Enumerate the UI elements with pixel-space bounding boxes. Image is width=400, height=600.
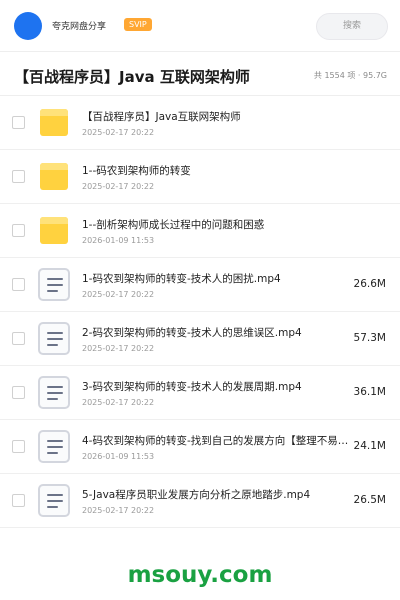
- item-name: 4-码农到架构师的转变-找到自己的发展方向【整理不易】.mp4: [82, 435, 350, 447]
- item-date: 2026-01-09 11:53: [82, 236, 155, 245]
- item-name: 【百战程序员】Java互联网架构师: [82, 111, 241, 123]
- row-checkbox[interactable]: [12, 116, 25, 129]
- row-checkbox[interactable]: [12, 440, 25, 453]
- item-name: 1-码农到架构师的转变-技术人的困扰.mp4: [82, 273, 281, 285]
- item-date: 2025-02-17 20:22: [82, 344, 155, 353]
- row-checkbox[interactable]: [12, 224, 25, 237]
- item-date: 2025-02-17 20:22: [82, 290, 155, 299]
- list-item[interactable]: 3-码农到架构师的转变-技术人的发展周期.mp4 2025-02-17 20:2…: [0, 366, 400, 420]
- item-date: 2025-02-17 20:22: [82, 182, 155, 191]
- list-item[interactable]: 4-码农到架构师的转变-找到自己的发展方向【整理不易】.mp4 2026-01-…: [0, 420, 400, 474]
- list-item[interactable]: 【百战程序员】Java互联网架构师 2025-02-17 20:22: [0, 96, 400, 150]
- file-list: 【百战程序员】Java互联网架构师 2025-02-17 20:22 1--码农…: [0, 96, 400, 528]
- list-item[interactable]: 1-码农到架构师的转变-技术人的困扰.mp4 2025-02-17 20:22 …: [0, 258, 400, 312]
- owner-name: 夸克网盘分享: [52, 22, 107, 32]
- item-date: 2025-02-17 20:22: [82, 506, 155, 515]
- item-size: 36.1M: [353, 386, 386, 398]
- item-summary: 共 1554 项 · 95.7G: [313, 71, 387, 80]
- item-name: 1--剖析架构师成长过程中的问题和困惑: [82, 219, 265, 231]
- item-size: 26.6M: [353, 278, 386, 290]
- share-header: 【百战程序员】Java 互联网架构师 共 1554 项 · 95.7G: [0, 52, 400, 96]
- folder-icon: [40, 163, 68, 190]
- avatar[interactable]: [14, 12, 42, 40]
- row-checkbox[interactable]: [12, 494, 25, 507]
- item-name: 3-码农到架构师的转变-技术人的发展周期.mp4: [82, 381, 302, 393]
- top-bar: 夸克网盘分享 SVIP 搜索: [0, 0, 400, 52]
- list-item[interactable]: 5-Java程序员职业发展方向分析之原地踏步.mp4 2025-02-17 20…: [0, 474, 400, 528]
- item-name: 5-Java程序员职业发展方向分析之原地踏步.mp4: [82, 489, 311, 501]
- video-file-icon: [38, 268, 70, 301]
- video-file-icon: [38, 376, 70, 409]
- watermark: msouy.com: [127, 562, 273, 588]
- item-size: 57.3M: [353, 332, 386, 344]
- list-item[interactable]: 2-码农到架构师的转变-技术人的思维误区.mp4 2025-02-17 20:2…: [0, 312, 400, 366]
- item-size: 26.5M: [353, 494, 386, 506]
- row-checkbox[interactable]: [12, 332, 25, 345]
- item-date: 2026-01-09 11:53: [82, 452, 155, 461]
- item-name: 1--码农到架构师的转变: [82, 165, 191, 177]
- video-file-icon: [38, 322, 70, 355]
- item-date: 2025-02-17 20:22: [82, 398, 155, 407]
- item-name: 2-码农到架构师的转变-技术人的思维误区.mp4: [82, 327, 302, 339]
- page-title: 【百战程序员】Java 互联网架构师: [14, 68, 250, 86]
- row-checkbox[interactable]: [12, 278, 25, 291]
- folder-icon: [40, 109, 68, 136]
- row-checkbox[interactable]: [12, 386, 25, 399]
- item-size: 24.1M: [353, 440, 386, 452]
- search-input[interactable]: 搜索: [316, 13, 388, 40]
- item-date: 2025-02-17 20:22: [82, 128, 155, 137]
- list-item[interactable]: 1--剖析架构师成长过程中的问题和困惑 2026-01-09 11:53: [0, 204, 400, 258]
- video-file-icon: [38, 484, 70, 517]
- list-item[interactable]: 1--码农到架构师的转变 2025-02-17 20:22: [0, 150, 400, 204]
- folder-icon: [40, 217, 68, 244]
- video-file-icon: [38, 430, 70, 463]
- row-checkbox[interactable]: [12, 170, 25, 183]
- svip-badge: SVIP: [124, 18, 152, 31]
